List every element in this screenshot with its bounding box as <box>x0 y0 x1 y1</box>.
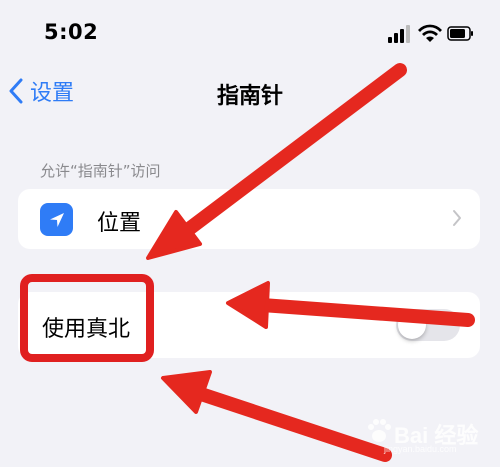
watermark: Bai 经验 jingyan.baidu.com <box>360 410 490 460</box>
annotation-arrows <box>146 63 475 462</box>
annotation-arrow-icon <box>161 370 392 462</box>
annotation-arrow-icon <box>226 281 475 329</box>
paw-icon <box>368 419 391 442</box>
watermark-url: jingyan.baidu.com <box>384 444 457 454</box>
annotation-arrow-icon <box>146 63 407 260</box>
